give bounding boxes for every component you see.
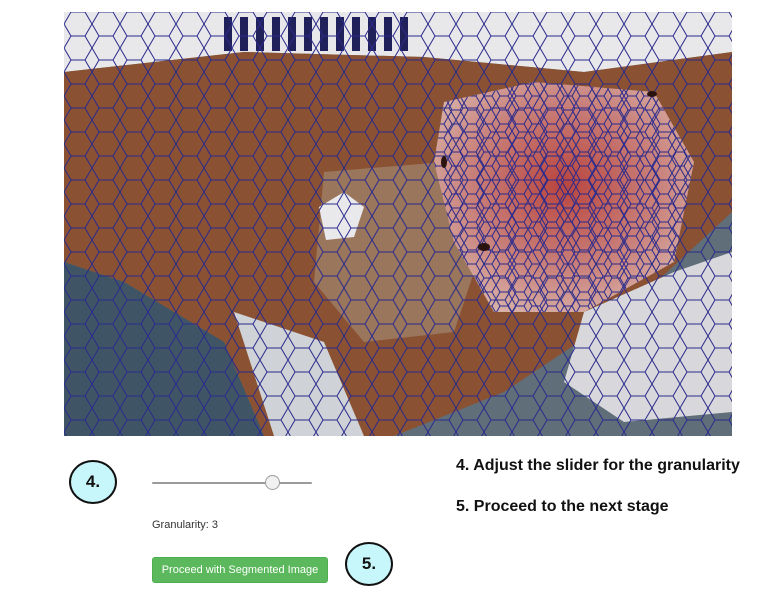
step-4-badge: 4. — [69, 460, 117, 504]
granularity-label: Granularity: 3 — [152, 519, 219, 531]
segmented-image — [64, 12, 732, 436]
proceed-button[interactable]: Proceed with Segmented Image — [152, 557, 328, 583]
step-4-instruction: 4. Adjust the slider for the granularity — [456, 457, 740, 474]
slider-track[interactable] — [152, 482, 312, 484]
slider-thumb[interactable] — [264, 475, 280, 490]
step-5-badge: 5. — [345, 542, 393, 586]
step-5-instruction: 5. Proceed to the next stage — [456, 498, 669, 515]
